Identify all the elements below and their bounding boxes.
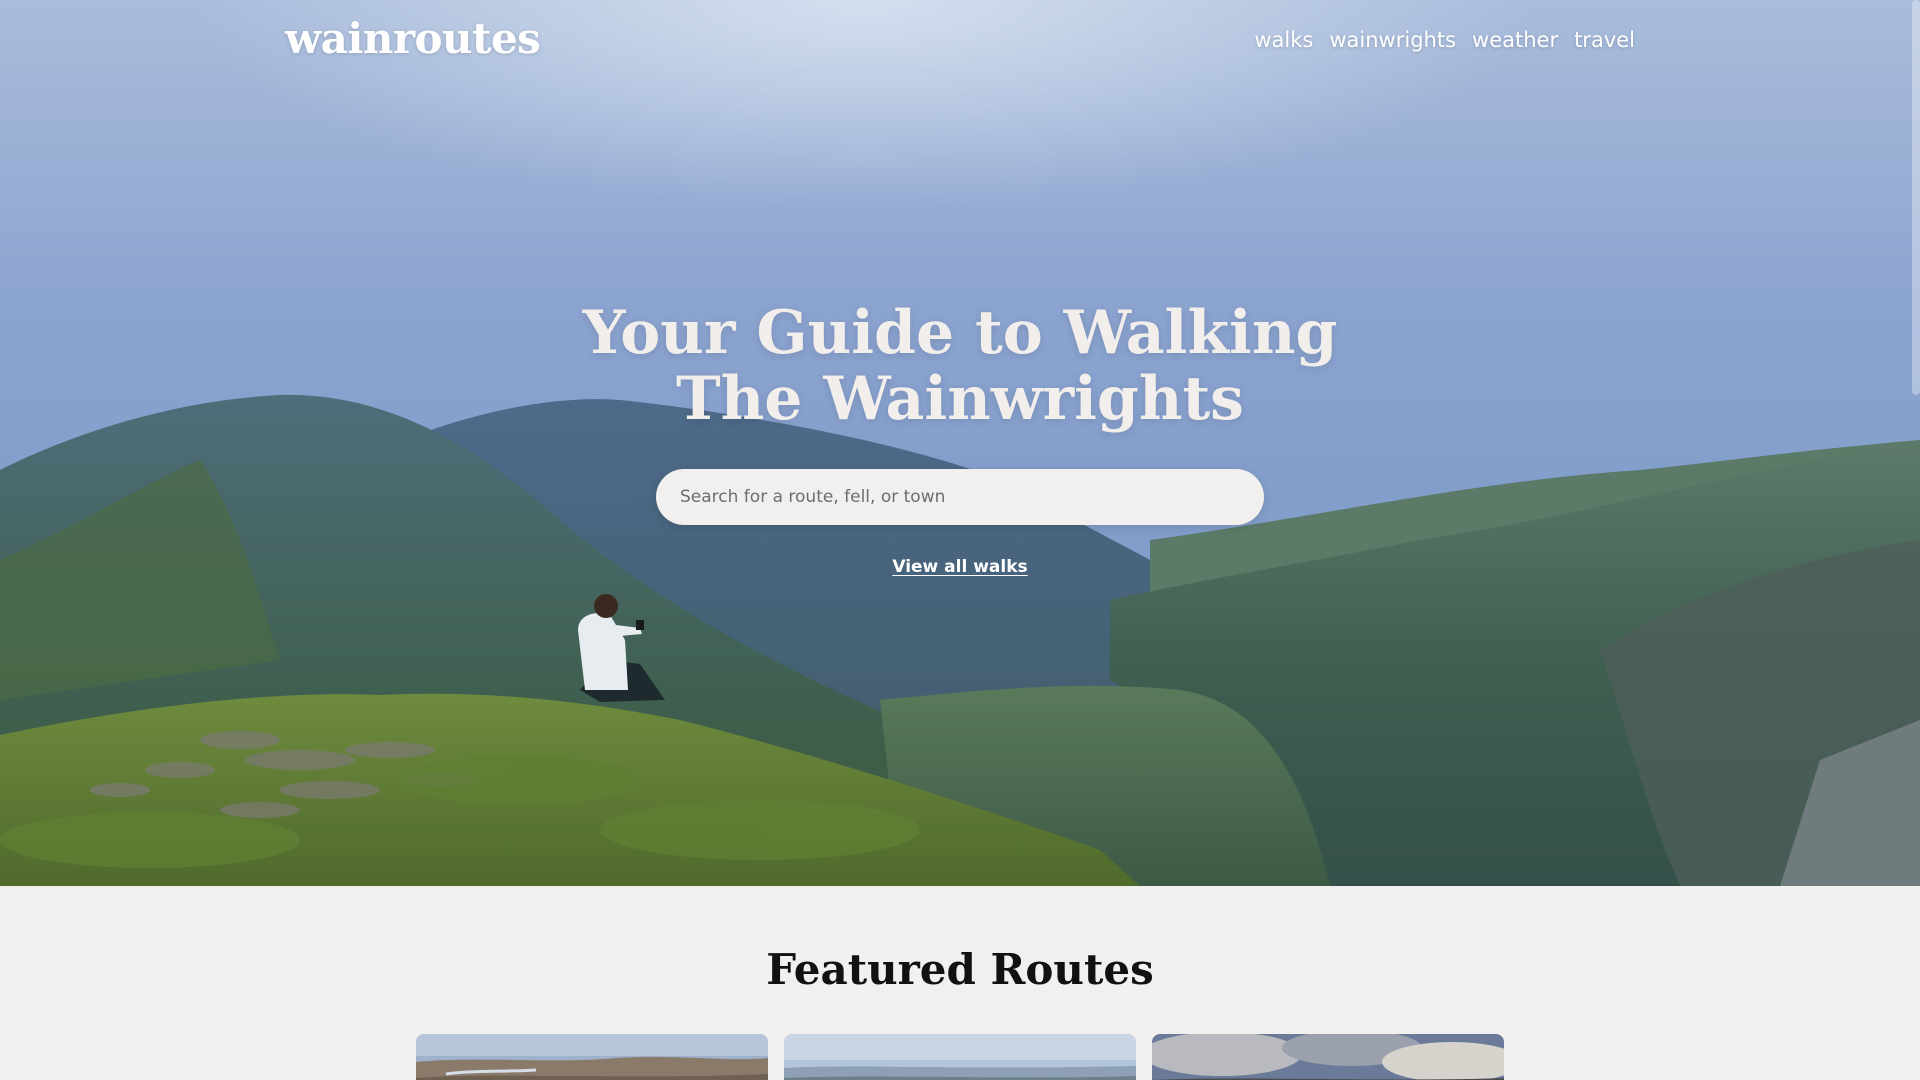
scrollbar-thumb[interactable]	[1912, 0, 1920, 395]
hero-title: Your Guide to Walking The Wainwrights	[460, 300, 1460, 432]
featured-route-image-1	[416, 1034, 768, 1080]
featured-route-card-1[interactable]	[416, 1034, 768, 1080]
featured-route-image-3	[1152, 1034, 1504, 1080]
nav-weather[interactable]: weather	[1472, 28, 1558, 52]
nav-walks[interactable]: walks	[1254, 28, 1313, 52]
search-box	[656, 469, 1264, 525]
hero-title-line-1: Your Guide to Walking	[582, 298, 1338, 368]
hero-landscape-image	[0, 0, 1920, 886]
featured-routes-cards	[416, 1034, 1504, 1080]
page: wainroutes walks wainwrights weather tra…	[0, 0, 1920, 1080]
nav-travel[interactable]: travel	[1574, 28, 1635, 52]
hero-title-line-2: The Wainwrights	[676, 364, 1244, 434]
view-all-walks-link[interactable]: View all walks	[860, 557, 1060, 577]
featured-route-card-3[interactable]	[1152, 1034, 1504, 1080]
featured-route-card-2[interactable]	[784, 1034, 1136, 1080]
featured-route-image-2	[784, 1034, 1136, 1080]
nav-wainwrights[interactable]: wainwrights	[1329, 28, 1456, 52]
brand-logo[interactable]: wainroutes	[285, 14, 541, 63]
search-input[interactable]	[680, 487, 1240, 507]
main-nav: walks wainwrights weather travel	[1254, 28, 1635, 52]
featured-routes-heading: Featured Routes	[766, 945, 1154, 994]
hero-section: wainroutes walks wainwrights weather tra…	[0, 0, 1920, 886]
